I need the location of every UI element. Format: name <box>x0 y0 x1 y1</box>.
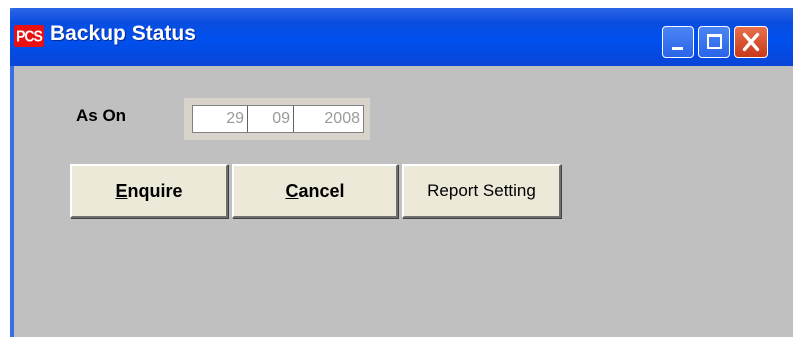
enquire-mnemonic: E <box>115 180 128 201</box>
client-area: As On 29 09 2008 Enquire Cancel Report S… <box>14 66 793 337</box>
enquire-button[interactable]: Enquire <box>70 164 228 218</box>
report-setting-button[interactable]: Report Setting <box>402 164 561 218</box>
date-month-segment[interactable]: 09 <box>248 106 294 132</box>
close-icon <box>742 32 760 52</box>
date-day-segment[interactable]: 29 <box>193 106 248 132</box>
cancel-label-rest: ancel <box>298 180 345 201</box>
cancel-button[interactable]: Cancel <box>232 164 398 218</box>
minimize-button[interactable] <box>662 26 694 58</box>
backup-status-window: PCS Backup Status As On 29 09 2008 Enqui… <box>10 8 793 337</box>
window-title: Backup Status <box>50 22 196 45</box>
maximize-icon <box>707 34 722 49</box>
enquire-label-rest: nquire <box>127 180 183 201</box>
app-icon: PCS <box>14 25 44 47</box>
as-on-date-field[interactable]: 29 09 2008 <box>192 105 364 133</box>
date-year-segment[interactable]: 2008 <box>294 106 363 132</box>
minimize-icon <box>672 47 683 50</box>
maximize-button[interactable] <box>698 26 730 58</box>
close-button[interactable] <box>734 26 768 58</box>
title-bar[interactable]: PCS Backup Status <box>10 8 793 66</box>
as-on-label: As On <box>76 106 127 125</box>
report-setting-label: Report Setting <box>427 181 536 200</box>
date-field-frame: 29 09 2008 <box>184 98 370 140</box>
cancel-mnemonic: C <box>285 180 299 201</box>
